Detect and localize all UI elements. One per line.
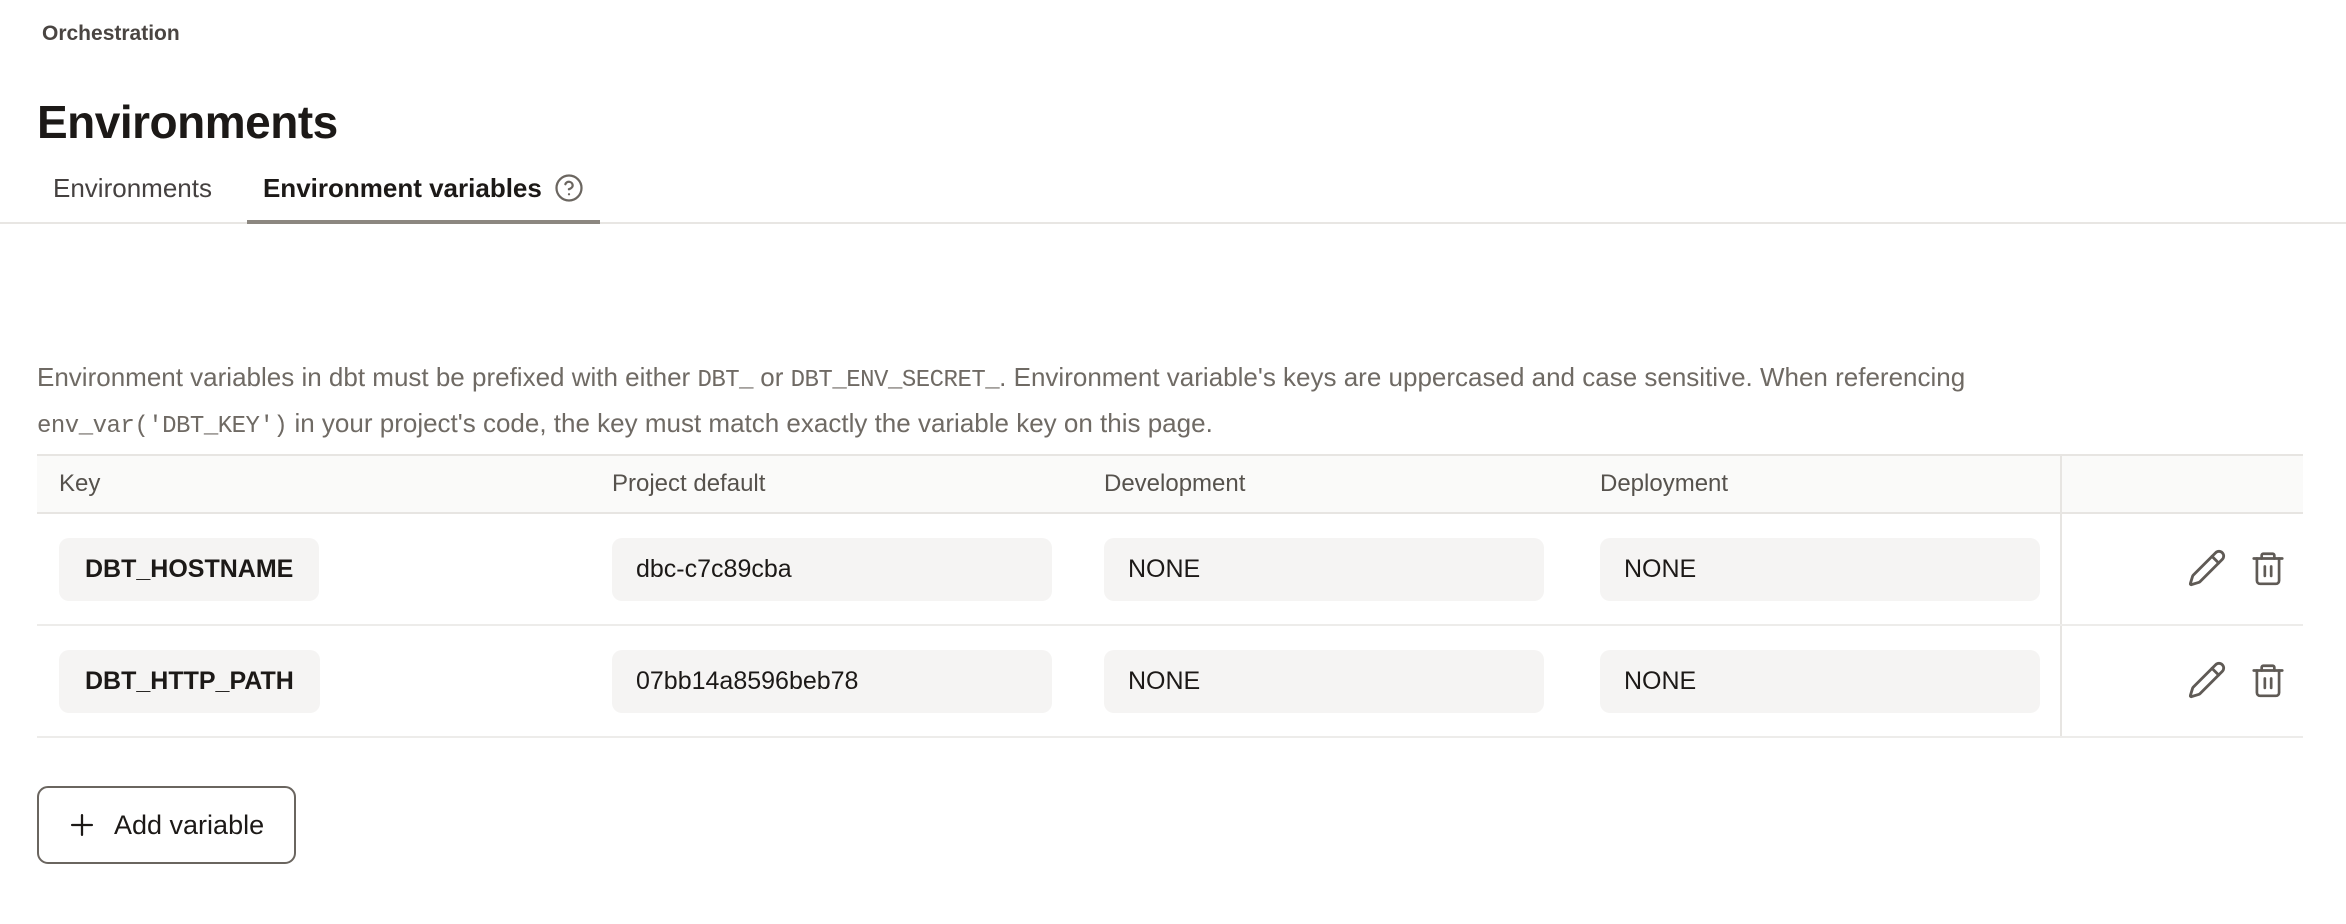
table-row: DBT_HTTP_PATH 07bb14a8596beb78 NONE NONE [37,626,2303,738]
development-chip: NONE [1104,650,1544,713]
row-actions [2060,514,2303,624]
description-text-2: or [753,362,791,392]
development-chip: NONE [1104,538,1544,601]
tab-environments-label: Environments [53,172,212,204]
tab-environments[interactable]: Environments [37,172,228,224]
column-header-project-default: Project default [612,470,1104,498]
description-text-4: in your project's code, the key must mat… [287,408,1213,438]
table-row: DBT_HOSTNAME dbc-c7c89cba NONE NONE [37,514,2303,626]
description-code-dbt-prefix: DBT_ [697,367,753,394]
delete-variable-button[interactable] [2249,661,2287,702]
breadcrumb[interactable]: Orchestration [42,20,2303,48]
description-code-env-var: env_var('DBT_KEY') [37,413,287,440]
edit-variable-button[interactable] [2187,660,2227,703]
deployment-chip: NONE [1600,538,2040,601]
column-header-deployment: Deployment [1600,470,2060,498]
key-chip: DBT_HTTP_PATH [59,650,320,713]
tab-environment-variables[interactable]: Environment variables [247,172,600,224]
edit-variable-button[interactable] [2187,548,2227,591]
pencil-icon [2187,660,2227,703]
page-content: Orchestration Environments Environments … [0,0,2346,864]
key-chip: DBT_HOSTNAME [59,538,319,601]
page-title: Environments [37,94,2303,150]
description-text-1: Environment variables in dbt must be pre… [37,362,697,392]
project-default-chip: 07bb14a8596beb78 [612,650,1052,713]
description-text-3: . Environment variable's keys are upperc… [999,362,1965,392]
description-code-secret-prefix: DBT_ENV_SECRET_ [791,367,1000,394]
trash-icon [2249,661,2287,702]
help-circle-icon[interactable] [554,173,584,203]
row-actions [2060,626,2303,736]
project-default-chip: dbc-c7c89cba [612,538,1052,601]
tabs-bar: Environments Environment variables [0,172,2346,224]
environment-variables-table: Key Project default Development Deployme… [37,454,2303,738]
column-header-development: Development [1104,470,1600,498]
plus-icon [65,808,99,842]
add-variable-button[interactable]: Add variable [37,786,296,864]
env-var-description: Environment variables in dbt must be pre… [37,356,2147,448]
add-variable-label: Add variable [114,810,264,841]
trash-icon [2249,549,2287,590]
column-header-actions [2060,456,2303,512]
pencil-icon [2187,548,2227,591]
table-header-row: Key Project default Development Deployme… [37,454,2303,514]
deployment-chip: NONE [1600,650,2040,713]
column-header-key: Key [37,470,612,498]
delete-variable-button[interactable] [2249,549,2287,590]
tab-environment-variables-label: Environment variables [263,172,542,204]
tabs: Environments Environment variables [37,172,2303,222]
